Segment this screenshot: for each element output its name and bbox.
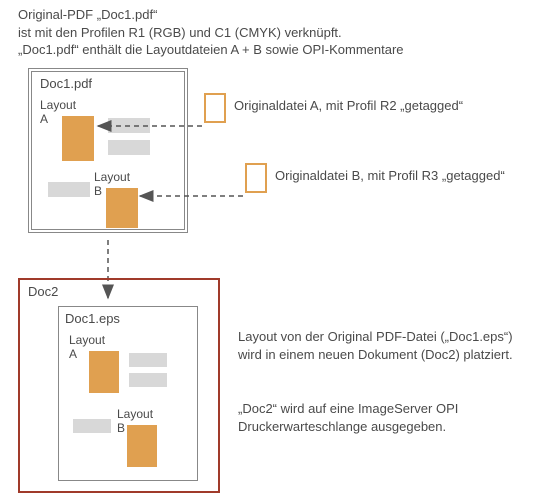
grey-a1	[108, 118, 150, 133]
doc1-title: Doc1.pdf	[40, 76, 92, 92]
doc2-title: Doc2	[28, 284, 58, 300]
intro-line-3: „Doc1.pdf“ enthält die Layoutdateien A +…	[18, 41, 404, 59]
orig-a-box	[204, 93, 226, 123]
intro-line-1: Original-PDF „Doc1.pdf“	[18, 6, 404, 24]
intro-text: Original-PDF „Doc1.pdf“ ist mit den Prof…	[18, 6, 404, 59]
doc2-grey-a2	[129, 373, 167, 387]
doc2-desc-2: „Doc2“ wird auf eine ImageServer OPI Dru…	[238, 400, 538, 435]
layout-a-shape	[62, 116, 94, 161]
grey-b1	[48, 182, 90, 197]
orig-b-box	[245, 163, 267, 193]
doc2-layout-a-shape	[89, 351, 119, 393]
doc2-frame: Doc2 Doc1.eps Layout A Layout B	[18, 278, 220, 493]
doc1eps-title: Doc1.eps	[65, 311, 120, 327]
layout-b-shape	[106, 188, 138, 228]
doc2-desc-1: Layout von der Original PDF-Datei („Doc1…	[238, 328, 538, 363]
orig-a-text: Originaldatei A, mit Profil R2 „getagged…	[234, 98, 463, 114]
orig-b-text: Originaldatei B, mit Profil R3 „getagged…	[275, 168, 505, 184]
doc2-grey-b1	[73, 419, 111, 433]
doc1-frame: Doc1.pdf Layout A Layout B	[28, 68, 188, 233]
doc1eps-frame: Doc1.eps Layout A Layout B	[58, 306, 198, 481]
intro-line-2: ist mit den Profilen R1 (RGB) und C1 (CM…	[18, 24, 404, 42]
doc2-layout-b-shape	[127, 425, 157, 467]
grey-a2	[108, 140, 150, 155]
doc2-grey-a1	[129, 353, 167, 367]
